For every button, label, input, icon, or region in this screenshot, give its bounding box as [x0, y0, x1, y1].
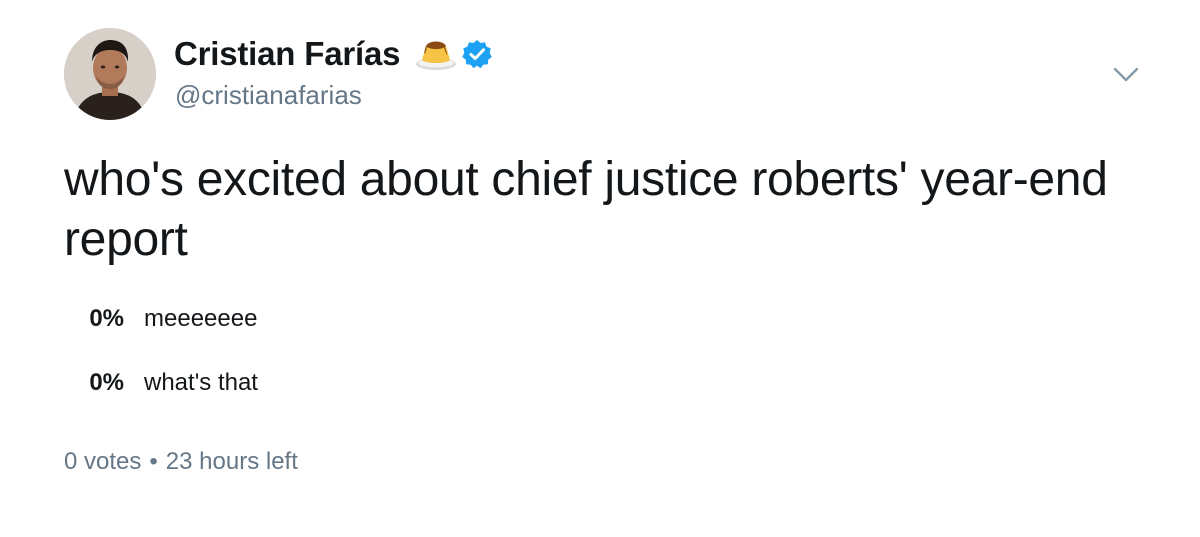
poll-choice-percent: 0% [89, 305, 124, 332]
poll-vote-count: 0 votes [64, 448, 142, 475]
poll-choice-label: meeeeeee [144, 305, 258, 332]
flan-custard-icon [414, 36, 458, 72]
tweet-text: who's excited about chief justice robert… [64, 153, 1108, 266]
poll-footer: 0 votes • 23 hours left [64, 448, 298, 476]
tweet-card: Cristian Farías @cristianafarias who's e… [0, 0, 1200, 537]
poll-time-left: 23 hours left [165, 448, 298, 475]
poll-choice-percent: 0% [89, 369, 124, 396]
separator-dot: • [149, 448, 158, 475]
verified-badge-icon [462, 39, 492, 69]
chevron-down-icon[interactable] [1110, 62, 1142, 88]
poll-choice-label: what's that [144, 369, 258, 396]
display-name[interactable]: Cristian Farías [174, 35, 400, 73]
poll: 0% meeeeeee 0% what's that [64, 298, 1124, 426]
avatar[interactable] [64, 28, 156, 120]
poll-choice[interactable]: 0% meeeeeee [64, 298, 1124, 340]
user-handle[interactable]: @cristianafarias [175, 80, 362, 111]
user-name-row: Cristian Farías [174, 32, 492, 76]
poll-choice[interactable]: 0% what's that [64, 362, 1124, 404]
